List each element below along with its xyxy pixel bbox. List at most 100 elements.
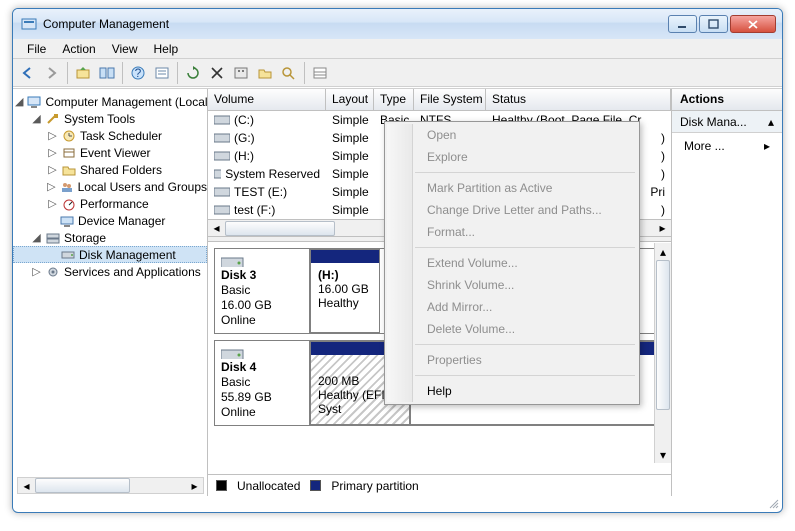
tree-performance[interactable]: ▷ Performance xyxy=(13,195,207,212)
actions-more[interactable]: More ... ▸ xyxy=(672,133,782,159)
window-title: Computer Management xyxy=(43,17,668,31)
collapse-icon[interactable]: ◢ xyxy=(31,231,42,244)
navigation-tree[interactable]: ◢ Computer Management (Local ◢ System To… xyxy=(13,89,208,496)
expand-icon[interactable]: ▷ xyxy=(47,129,58,142)
tree-scrollbar[interactable]: ◂ ▸ xyxy=(17,477,204,494)
delete-icon[interactable] xyxy=(206,62,228,84)
settings-icon[interactable] xyxy=(230,62,252,84)
context-menu: Open Explore Mark Partition as Active Ch… xyxy=(384,121,640,405)
ctx-open[interactable]: Open xyxy=(417,124,637,146)
scroll-thumb[interactable] xyxy=(656,260,670,410)
list-icon[interactable] xyxy=(309,62,331,84)
menu-bar: File Action View Help xyxy=(13,39,782,59)
back-button[interactable] xyxy=(17,62,39,84)
actions-header: Actions xyxy=(672,89,782,111)
ctx-explore[interactable]: Explore xyxy=(417,146,637,168)
ctx-shrink[interactable]: Shrink Volume... xyxy=(417,274,637,296)
expand-icon[interactable]: ▷ xyxy=(47,163,58,176)
ctx-delete[interactable]: Delete Volume... xyxy=(417,318,637,340)
storage-icon xyxy=(45,230,61,246)
expand-icon[interactable]: ▷ xyxy=(31,265,42,278)
tree-shared-folders[interactable]: ▷ Shared Folders xyxy=(13,161,207,178)
tree-label: Task Scheduler xyxy=(80,129,162,143)
properties-icon[interactable] xyxy=(151,62,173,84)
col-type[interactable]: Type xyxy=(374,89,414,110)
expand-icon[interactable]: ▷ xyxy=(47,197,58,210)
tree-label: Event Viewer xyxy=(80,146,150,160)
tree-label: Performance xyxy=(80,197,149,211)
tree-label: Disk Management xyxy=(79,248,176,262)
actions-pane: Actions Disk Mana... ▴ More ... ▸ xyxy=(672,89,782,496)
tree-label: Local Users and Groups xyxy=(78,180,207,194)
disk-info: Disk 3 Basic 16.00 GB Online xyxy=(215,249,310,333)
volume-header: Volume Layout Type File System Status xyxy=(208,89,671,111)
scroll-left-icon[interactable]: ◂ xyxy=(18,478,35,493)
ctx-mirror[interactable]: Add Mirror... xyxy=(417,296,637,318)
volume-partition[interactable]: (H:) 16.00 GB Healthy xyxy=(310,249,380,333)
ctx-change-letter[interactable]: Change Drive Letter and Paths... xyxy=(417,199,637,221)
tree-root[interactable]: ◢ Computer Management (Local xyxy=(13,93,207,110)
scroll-thumb[interactable] xyxy=(225,221,335,236)
col-layout[interactable]: Layout xyxy=(326,89,374,110)
scroll-up-icon[interactable]: ▴ xyxy=(655,243,671,260)
drive-icon xyxy=(214,114,230,126)
collapse-icon[interactable]: ◢ xyxy=(31,112,42,125)
collapse-icon[interactable]: ▴ xyxy=(768,115,774,129)
tree-task-scheduler[interactable]: ▷ Task Scheduler xyxy=(13,127,207,144)
close-button[interactable] xyxy=(730,15,776,33)
tree-label: Computer Management (Local xyxy=(45,95,207,109)
collapse-icon[interactable]: ◢ xyxy=(15,95,23,108)
menu-file[interactable]: File xyxy=(19,40,54,58)
tree-device-manager[interactable]: Device Manager xyxy=(13,212,207,229)
title-bar[interactable]: Computer Management xyxy=(13,9,782,39)
scroll-right-icon[interactable]: ▸ xyxy=(186,478,203,493)
disk-info: Disk 4 Basic 55.89 GB Online xyxy=(215,341,310,425)
tree-label: Device Manager xyxy=(78,214,165,228)
scroll-left-icon[interactable]: ◂ xyxy=(208,221,225,235)
open-icon[interactable] xyxy=(254,62,276,84)
resize-grip-icon[interactable] xyxy=(768,498,780,510)
disk-icon xyxy=(221,255,247,267)
menu-help[interactable]: Help xyxy=(146,40,187,58)
svg-text:?: ? xyxy=(135,66,142,80)
scroll-down-icon[interactable]: ▾ xyxy=(655,446,671,463)
up-button[interactable] xyxy=(72,62,94,84)
minimize-button[interactable] xyxy=(668,15,697,33)
search-icon[interactable] xyxy=(278,62,300,84)
expand-icon[interactable]: ▷ xyxy=(47,180,56,193)
help-icon[interactable]: ? xyxy=(127,62,149,84)
tree-label: Storage xyxy=(64,231,106,245)
tree-event-viewer[interactable]: ▷ Event Viewer xyxy=(13,144,207,161)
tree-services-apps[interactable]: ▷ Services and Applications xyxy=(13,263,207,280)
ctx-mark-active[interactable]: Mark Partition as Active xyxy=(417,177,637,199)
menu-view[interactable]: View xyxy=(104,40,146,58)
ctx-properties[interactable]: Properties xyxy=(417,349,637,371)
main-scrollbar[interactable]: ▴ ▾ xyxy=(654,243,671,463)
ctx-help[interactable]: Help xyxy=(417,380,637,402)
tools-icon xyxy=(45,111,61,127)
tree-label: Services and Applications xyxy=(64,265,201,279)
ctx-extend[interactable]: Extend Volume... xyxy=(417,252,637,274)
tree-storage[interactable]: ◢ Storage xyxy=(13,229,207,246)
expand-icon[interactable]: ▷ xyxy=(47,146,58,159)
tree-system-tools[interactable]: ◢ System Tools xyxy=(13,110,207,127)
show-hide-button[interactable] xyxy=(96,62,118,84)
forward-button[interactable] xyxy=(41,62,63,84)
users-icon xyxy=(59,179,75,195)
tree-disk-management[interactable]: Disk Management xyxy=(13,246,207,263)
ctx-format[interactable]: Format... xyxy=(417,221,637,243)
tree-label: System Tools xyxy=(64,112,135,126)
scroll-thumb[interactable] xyxy=(35,478,130,493)
tree-users-groups[interactable]: ▷ Local Users and Groups xyxy=(13,178,207,195)
refresh-icon[interactable] xyxy=(182,62,204,84)
menu-action[interactable]: Action xyxy=(54,40,103,58)
device-icon xyxy=(59,213,75,229)
col-fs[interactable]: File System xyxy=(414,89,486,110)
maximize-button[interactable] xyxy=(699,15,728,33)
actions-section[interactable]: Disk Mana... ▴ xyxy=(672,111,782,133)
col-volume[interactable]: Volume xyxy=(208,89,326,110)
disk-icon xyxy=(60,247,76,263)
scroll-right-icon[interactable]: ▸ xyxy=(654,221,671,235)
col-status[interactable]: Status xyxy=(486,89,671,110)
toolbar: ? xyxy=(13,59,782,87)
